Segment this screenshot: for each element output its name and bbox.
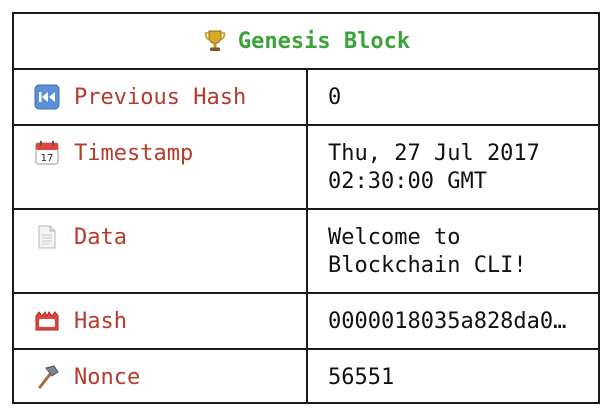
block-title: Genesis Block [202, 28, 410, 54]
timestamp-value: Thu, 27 Jul 2017 02:30:00 GMT [328, 141, 540, 194]
data-label-cell: Data [14, 210, 308, 292]
previous-hash-value: 0 [328, 85, 342, 110]
genesis-block-table: Genesis Block Previous Hash 0 17 Timesta… [12, 12, 600, 404]
calendar-icon: 17 [35, 141, 59, 165]
timestamp-label-cell: 17 Timestamp [14, 126, 308, 208]
table-title-row: Genesis Block [14, 14, 598, 70]
nonce-value: 56551 [328, 365, 395, 390]
previous-hash-label: Previous Hash [74, 85, 247, 110]
hash-label: Hash [74, 309, 127, 334]
name-badge-icon [35, 311, 59, 331]
document-icon [38, 225, 56, 249]
hash-label-cell: Hash [14, 294, 308, 348]
rewind-icon [34, 84, 60, 110]
svg-text:17: 17 [41, 153, 54, 164]
hash-value: 0000018035a828da0… [328, 309, 567, 334]
trophy-icon [204, 30, 226, 51]
timestamp-label: Timestamp [74, 141, 194, 166]
previous-hash-label-cell: Previous Hash [14, 70, 308, 124]
hammer-icon [38, 365, 59, 389]
table-row: Hash 0000018035a828da0… [14, 294, 598, 350]
table-row: Data Welcome to Blockchain CLI! [14, 210, 598, 294]
block-title-text: Genesis Block [237, 28, 411, 54]
nonce-label: Nonce [74, 365, 141, 390]
data-value: Welcome to Blockchain CLI! [328, 225, 527, 278]
table-row: Previous Hash 0 [14, 70, 598, 126]
nonce-label-cell: Nonce [14, 350, 308, 404]
table-row: Nonce 56551 [14, 350, 598, 404]
data-label: Data [74, 225, 127, 250]
table-row: 17 Timestamp Thu, 27 Jul 2017 02:30:00 G… [14, 126, 598, 210]
